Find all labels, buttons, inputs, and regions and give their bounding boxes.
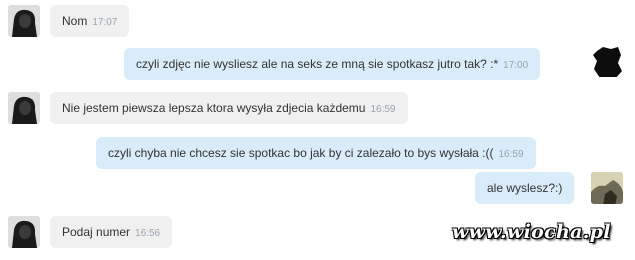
message-text: ale wyslesz?:) <box>487 181 563 195</box>
message-text: Podaj numer <box>62 225 131 239</box>
own-avatar[interactable] <box>591 45 623 77</box>
message-bubble-incoming: Nie jestem piewsza lepsza ktora wysyła z… <box>50 92 408 124</box>
message-bubble-incoming: Nom 17:07 <box>50 5 130 37</box>
own-avatar[interactable] <box>591 172 623 204</box>
message-bubble-outgoing: czyli chyba nie chcesz sie spotkac bo ja… <box>96 137 536 169</box>
message-timestamp: 16:59 <box>498 149 524 160</box>
message-timestamp: 17:00 <box>503 60 529 71</box>
message-bubble-outgoing: ale wyslesz?:) <box>475 172 575 204</box>
contact-avatar[interactable] <box>8 216 40 248</box>
watermark: www.wiocha.pl <box>452 221 611 243</box>
contact-avatar[interactable] <box>8 92 40 124</box>
contact-avatar[interactable] <box>8 5 40 37</box>
message-timestamp: 16:59 <box>370 104 396 115</box>
message-text: Nie jestem piewsza lepsza ktora wysyła z… <box>62 101 366 115</box>
message-text: Nom <box>62 14 88 28</box>
message-bubble-incoming: Podaj numer 16:56 <box>50 216 173 248</box>
message-timestamp: 16:56 <box>135 228 161 239</box>
message-bubble-outgoing: czyli zdjęc nie wysliesz ale na seks ze … <box>124 48 541 80</box>
message-text: czyli chyba nie chcesz sie spotkac bo ja… <box>108 146 494 160</box>
message-text: czyli zdjęc nie wysliesz ale na seks ze … <box>136 57 499 71</box>
message-timestamp: 17:07 <box>92 17 118 28</box>
